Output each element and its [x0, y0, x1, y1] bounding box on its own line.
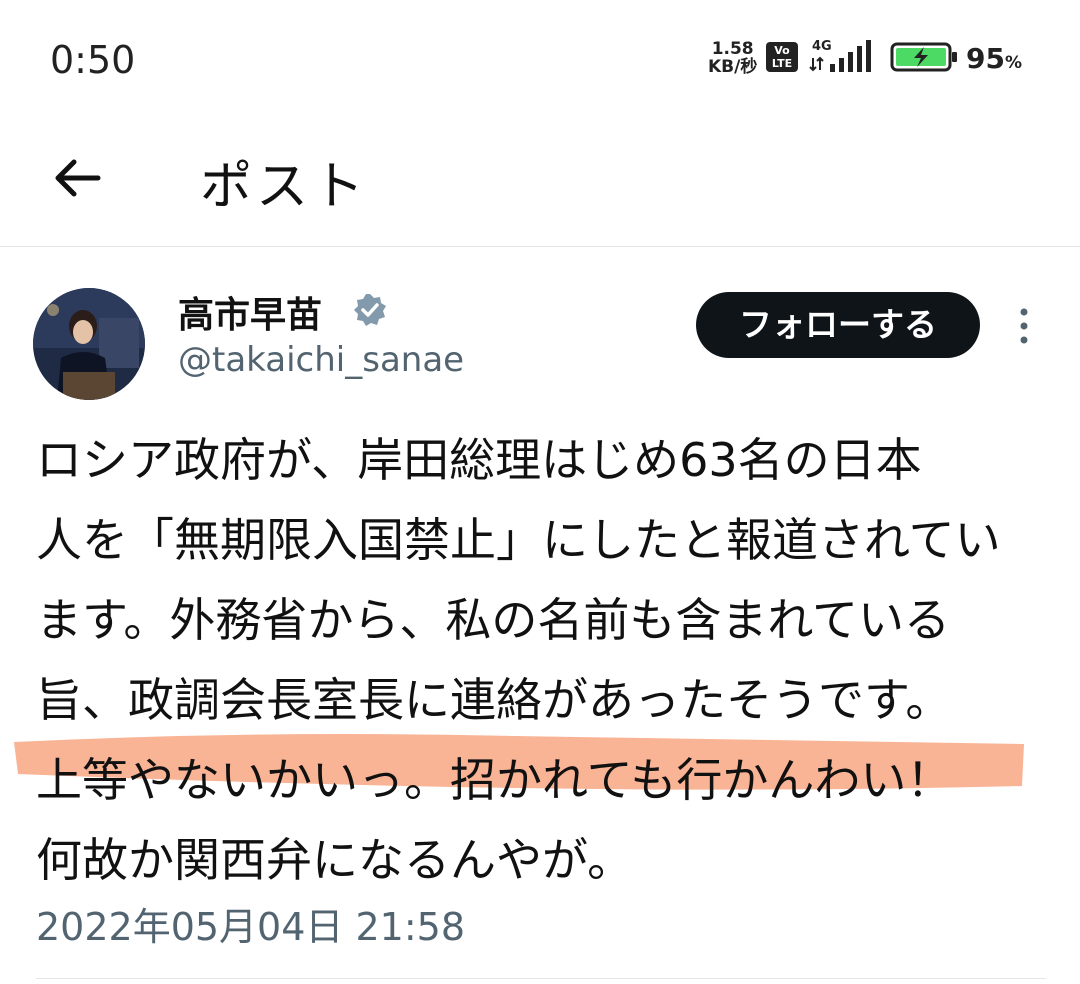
post-body-line: 人を「無期限入国禁止」にしたと報道されてい	[36, 513, 1001, 567]
status-bar: 0:50 1.58 KB/秒 Vo LTE 4G 95%	[0, 0, 1080, 120]
signal-icon: 4G	[809, 39, 871, 72]
follow-button[interactable]: フォローする	[696, 292, 980, 358]
network-speed-value: 1.58	[711, 39, 754, 59]
avatar[interactable]	[33, 288, 145, 400]
network-speed-unit: KB/秒	[708, 57, 758, 77]
battery-percent-unit: %	[1004, 53, 1023, 73]
post-timestamp[interactable]: 2022年05月04日 21:58	[36, 896, 465, 951]
battery-percent: 95%	[966, 42, 1022, 75]
author-name[interactable]: 高市早苗	[178, 286, 322, 338]
post-body-line: ます。外務省から、私の名前も含まれている	[36, 593, 951, 647]
post-body-line: 何故か関西弁になるんやが。	[36, 833, 634, 887]
status-time: 0:50	[50, 38, 136, 82]
back-arrow-icon[interactable]	[50, 150, 106, 206]
post-body-line-highlighted: 上等やないかいっ。招かれても行かんわい！	[36, 753, 953, 807]
post-body-line: 旨、政調会長室長に連絡があったそうです。	[36, 673, 952, 727]
network-type-label: 4G	[812, 39, 832, 54]
verified-badge-icon	[354, 294, 386, 326]
post-body: ロシア政府が、岸田総理はじめ63名の日本 人を「無期限入国禁止」にしたと報道され…	[36, 420, 1046, 900]
post-body-line: ロシア政府が、岸田総理はじめ63名の日本	[36, 433, 922, 487]
author-handle[interactable]: @takaichi_sanae	[178, 340, 464, 380]
top-app-bar: ポスト	[0, 120, 1080, 247]
volte-icon: Vo LTE	[766, 42, 798, 72]
page-title: ポスト	[200, 157, 369, 217]
battery-icon	[890, 42, 957, 72]
divider	[36, 978, 1046, 979]
network-speed: 1.58 KB/秒	[708, 40, 757, 76]
battery-percent-value: 95	[966, 42, 1005, 75]
more-options-icon[interactable]	[1014, 306, 1034, 346]
